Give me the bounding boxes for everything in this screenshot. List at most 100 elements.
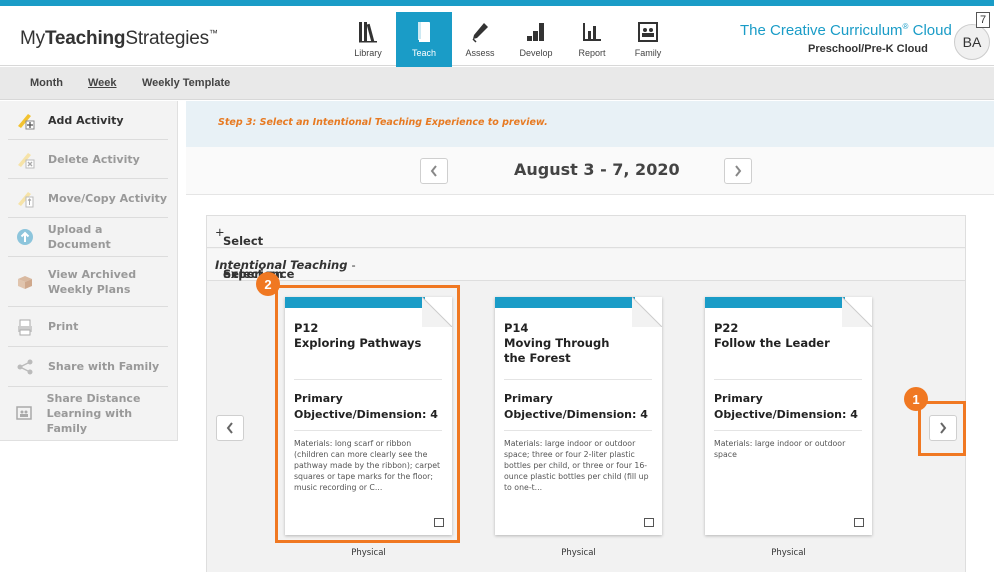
nav-develop[interactable]: Develop	[508, 12, 564, 72]
nav-teach-label: Teach	[411, 48, 437, 58]
move-copy-icon	[14, 187, 36, 209]
card-objective-line1: Primary	[504, 392, 553, 405]
card-code: P22	[714, 321, 739, 335]
card-code: P14	[504, 321, 529, 335]
card-title: Moving Through the Forest	[504, 336, 610, 365]
print-icon	[14, 316, 36, 338]
app-header: MyTeachingStrategies™ Library Teach Asse…	[0, 6, 994, 72]
card-objective-line1: Primary	[714, 392, 763, 405]
objectives-accordion-label: Select Objectives/Dimensions from Class …	[215, 225, 371, 276]
card-objective: Primary Objective/Dimension: 4	[714, 391, 869, 423]
card-materials: Materials: large indoor or outdoor space	[714, 439, 846, 459]
card-photo-icon	[854, 518, 864, 527]
tab-week[interactable]: Week	[88, 77, 117, 89]
sidebar-item-label-line1: View Archived	[48, 267, 137, 281]
card-accent-bar	[495, 297, 635, 308]
objectives-accordion-header[interactable]: Select Objectives/Dimensions from Class …	[207, 216, 965, 276]
pencil-icon	[472, 23, 488, 43]
experience-card[interactable]: P22 Follow the Leader Primary Objective/D…	[705, 297, 872, 535]
stairs-icon	[527, 23, 544, 41]
next-week-button[interactable]	[724, 158, 752, 184]
sidebar-item-upload[interactable]: Upload a Document	[8, 218, 168, 257]
sidebar-item-label-line2: Weekly Plans	[48, 282, 131, 296]
sidebar-item-label: Upload a Document	[47, 223, 111, 251]
nav-library-label: Library	[354, 48, 382, 58]
nav-develop-label: Develop	[519, 48, 553, 58]
card-divider	[504, 430, 652, 431]
nav-report[interactable]: Report	[564, 12, 620, 72]
nav-family[interactable]: Family	[620, 12, 676, 72]
sidebar-item-move-copy[interactable]: Move/Copy Activity	[8, 179, 168, 218]
sidebar-item-label-line2: Learning with Family	[46, 406, 133, 435]
step-instructions-bar: Step 3: Select an Intentional Teaching E…	[186, 101, 994, 147]
sidebar-item-share-distance[interactable]: Share Distance Learning with Family	[8, 387, 168, 439]
nav-assess[interactable]: Assess	[452, 12, 508, 72]
carousel-prev-button[interactable]	[216, 415, 244, 441]
view-subnav: Month Week Weekly Template	[0, 67, 994, 100]
book-icon	[418, 22, 430, 42]
experience-card[interactable]: P14 Moving Through the Forest Primary Obj…	[495, 297, 662, 535]
notification-count[interactable]: 7	[976, 12, 990, 28]
sidebar-item-label: Share with Family	[48, 360, 160, 373]
step-badge-1: 1	[904, 387, 928, 411]
nav-teach[interactable]: Teach	[396, 12, 452, 72]
tab-month[interactable]: Month	[30, 77, 63, 89]
chevron-left-icon	[430, 165, 437, 177]
sidebar-item-label: Move/Copy Activity	[48, 191, 168, 205]
card-objective-line2: Objective/Dimension: 4	[714, 408, 858, 421]
experience-accordion-label: Select an Intentional Teaching experienc…	[215, 258, 356, 281]
card-objective: Primary Objective/Dimension: 4	[504, 391, 659, 423]
product-title-text: The Creative Curriculum	[740, 22, 903, 39]
nav-report-label: Report	[578, 48, 606, 58]
sidebar-item-print[interactable]: Print	[8, 307, 168, 347]
card-materials: Materials: large indoor or outdoor space…	[504, 439, 649, 492]
card-accent-bar	[705, 297, 845, 308]
sidebar-item-view-archived[interactable]: View Archived Weekly Plans	[8, 257, 168, 307]
week-title: August 3 - 7, 2020	[514, 160, 680, 179]
nav-library[interactable]: Library	[340, 12, 396, 72]
sidebar-item-label: Delete Activity	[48, 152, 140, 166]
product-subtitle: Preschool/Pre-K Cloud	[808, 43, 928, 55]
logo-text-teaching: Teaching	[44, 28, 126, 49]
sidebar-item-delete-activity[interactable]: Delete Activity	[8, 140, 168, 179]
page-fold-corner	[632, 297, 662, 327]
logo-text-strategies: Strategies	[125, 28, 209, 49]
tab-weekly-template[interactable]: Weekly Template	[142, 77, 230, 89]
step-badge-2: 2	[256, 272, 280, 296]
logo-text-my: My	[20, 28, 45, 49]
bar-chart-icon	[583, 23, 601, 41]
upload-icon	[14, 226, 36, 248]
highlight-box-2	[275, 285, 460, 543]
sidebar-item-label-line1: Share Distance	[46, 391, 141, 405]
delete-activity-icon	[14, 148, 36, 170]
share-icon	[14, 356, 36, 378]
sidebar-item-label: View Archived Weekly Plans	[48, 267, 136, 297]
chevron-right-icon	[735, 165, 742, 177]
page-fold-corner	[842, 297, 872, 327]
library-icon	[359, 22, 377, 43]
action-sidebar: Add Activity Delete Activity Move/Copy A…	[0, 101, 178, 441]
chevron-left-icon	[226, 422, 233, 434]
prev-week-button[interactable]	[420, 158, 448, 184]
card-divider	[714, 379, 862, 380]
sidebar-item-add-activity[interactable]: Add Activity	[8, 101, 168, 140]
collapse-toggle-icon: -	[351, 258, 356, 272]
card-category: Physical	[351, 548, 386, 558]
product-title-cloud: Cloud	[908, 22, 952, 39]
card-photo-icon	[644, 518, 654, 527]
sidebar-item-share-family[interactable]: Share with Family	[8, 347, 168, 387]
nav-assess-label: Assess	[465, 48, 495, 58]
sidebar-item-label: Add Activity	[48, 113, 124, 127]
user-avatar[interactable]: BA	[954, 24, 990, 60]
step-instruction-text: Step 3: Select an Intentional Teaching E…	[218, 117, 548, 128]
sidebar-item-label: Print	[48, 320, 79, 333]
card-divider	[504, 379, 652, 380]
card-category: Physical	[561, 548, 596, 558]
family-photo-icon	[14, 402, 35, 424]
card-category: Physical	[771, 548, 806, 558]
app-logo[interactable]: MyTeachingStrategies™	[20, 28, 218, 50]
experience-accordion-header[interactable]: Select an Intentional Teaching experienc…	[207, 249, 965, 281]
card-title: Follow the Leader	[714, 336, 830, 350]
nav-family-label: Family	[634, 48, 662, 58]
archive-icon	[14, 271, 36, 293]
